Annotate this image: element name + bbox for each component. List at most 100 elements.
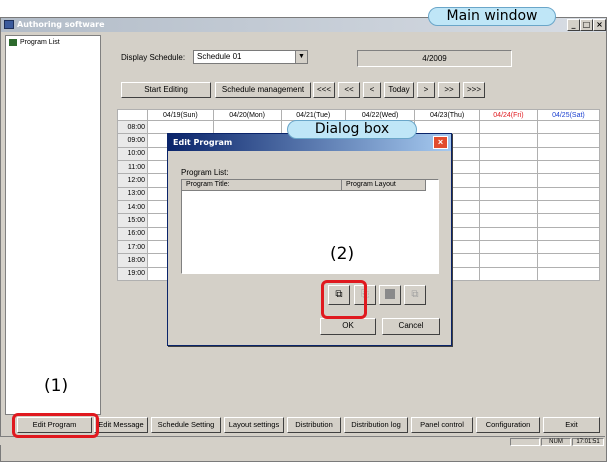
cancel-button[interactable]: Cancel xyxy=(382,318,440,335)
time-label: 10:00 xyxy=(117,146,148,161)
main-window-callout: Main window xyxy=(428,7,556,26)
step-1-label: (1) xyxy=(44,376,69,396)
next-week-button[interactable]: >> xyxy=(438,82,460,98)
time-label: 09:00 xyxy=(117,133,148,148)
grid-cell[interactable] xyxy=(536,266,601,282)
day-header-fri[interactable]: 04/24(Fri) xyxy=(479,109,538,121)
grid-cell[interactable] xyxy=(479,133,538,148)
day-header[interactable]: 04/23(Thu) xyxy=(414,109,481,121)
col-program-title[interactable]: Program Title: xyxy=(182,180,342,191)
date-display: 4/2009 xyxy=(357,50,512,67)
grid-cell[interactable] xyxy=(536,173,601,188)
duplicate-program-button[interactable]: ⧉ xyxy=(404,285,426,305)
chevron-down-icon: ▼ xyxy=(295,51,307,63)
day-header[interactable]: 04/21(Tue) xyxy=(280,109,347,121)
grid-cell[interactable] xyxy=(536,213,601,228)
grid-cell[interactable] xyxy=(479,213,538,228)
next-day-button[interactable]: > xyxy=(417,82,435,98)
prev-day-button[interactable]: < xyxy=(363,82,381,98)
grid-cell[interactable] xyxy=(536,133,601,148)
display-schedule-label: Display Schedule: xyxy=(121,53,186,62)
day-header[interactable]: 04/20(Mon) xyxy=(212,109,282,121)
time-label: 19:00 xyxy=(117,266,148,282)
dialog-title: Edit Program xyxy=(173,138,233,147)
grid-cell[interactable] xyxy=(479,226,538,241)
day-header-sat[interactable]: 04/25(Sat) xyxy=(536,109,601,121)
time-label: 14:00 xyxy=(117,199,148,215)
grid-cell[interactable] xyxy=(536,159,601,175)
close-icon[interactable]: × xyxy=(433,136,448,149)
tree-item-program-list[interactable]: Program List xyxy=(9,39,60,46)
prev-far-button[interactable]: <<< xyxy=(313,82,335,98)
schedule-setting-button[interactable]: Schedule Setting xyxy=(151,417,221,433)
time-label: 12:00 xyxy=(117,173,148,188)
day-header[interactable]: 04/19(Sun) xyxy=(147,109,214,121)
grid-cell[interactable] xyxy=(536,226,601,241)
tree-item-label: Program List xyxy=(20,39,60,46)
program-tree: Program List xyxy=(5,35,101,415)
grid-corner xyxy=(117,109,148,121)
today-button[interactable]: Today xyxy=(384,82,414,98)
distribution-log-button[interactable]: Distribution log xyxy=(344,417,408,433)
grid-cell[interactable] xyxy=(479,186,538,201)
time-label: 11:00 xyxy=(117,159,148,175)
schedule-select[interactable]: Schedule 01 ▼ xyxy=(193,50,308,64)
time-label: 17:00 xyxy=(117,239,148,255)
status-cell-empty xyxy=(510,438,540,446)
grid-cell[interactable] xyxy=(479,239,538,255)
minimize-icon[interactable]: _ xyxy=(567,19,580,31)
schedule-select-value: Schedule 01 xyxy=(197,52,242,61)
grid-cell[interactable] xyxy=(479,173,538,188)
grid-cell[interactable] xyxy=(536,146,601,161)
grid-cell[interactable] xyxy=(479,266,538,282)
grid-cell[interactable] xyxy=(479,199,538,215)
distribution-button[interactable]: Distribution xyxy=(287,417,341,433)
num-lock-indicator: NUM xyxy=(541,438,571,446)
grid-cell[interactable] xyxy=(536,239,601,255)
duplicate-icon: ⧉ xyxy=(411,289,419,300)
step-2-label: (2) xyxy=(330,244,355,264)
close-icon[interactable]: × xyxy=(593,19,606,31)
app-icon xyxy=(4,20,14,29)
tree-icon xyxy=(9,39,17,46)
edit-message-button[interactable]: Edit Message xyxy=(94,417,148,433)
grid-cell[interactable] xyxy=(536,186,601,201)
window-title: Authoring software xyxy=(17,20,105,29)
grid-cell[interactable] xyxy=(479,119,538,135)
highlight-ring xyxy=(321,280,367,319)
grid-cell[interactable] xyxy=(212,119,282,135)
time-label: 13:00 xyxy=(117,186,148,201)
highlight-ring xyxy=(12,413,99,438)
grid-cell[interactable] xyxy=(536,253,601,268)
delete-icon xyxy=(385,289,395,300)
grid-cell[interactable] xyxy=(536,199,601,215)
status-clock: 17:01:51 xyxy=(572,438,604,446)
layout-settings-button[interactable]: Layout settings xyxy=(224,417,284,433)
col-program-layout[interactable]: Program Layout xyxy=(342,180,426,191)
time-label: 18:00 xyxy=(117,253,148,268)
start-editing-button[interactable]: Start Editing xyxy=(121,82,211,98)
next-far-button[interactable]: >>> xyxy=(463,82,485,98)
grid-cell[interactable] xyxy=(479,253,538,268)
panel-control-button[interactable]: Panel control xyxy=(411,417,473,433)
grid-cell[interactable] xyxy=(479,146,538,161)
dialog-box-callout: Dialog box xyxy=(287,120,417,139)
time-label: 08:00 xyxy=(117,119,148,135)
grid-cell[interactable] xyxy=(147,119,214,135)
program-list-label: Program List: xyxy=(181,168,229,177)
configuration-button[interactable]: Configuration xyxy=(476,417,540,433)
time-label: 16:00 xyxy=(117,226,148,241)
exit-button[interactable]: Exit xyxy=(543,417,600,433)
schedule-management-button[interactable]: Schedule management xyxy=(215,82,311,98)
grid-cell[interactable] xyxy=(536,119,601,135)
maximize-icon[interactable]: □ xyxy=(580,19,593,31)
edit-program-dialog: Edit Program × Program List: Program Tit… xyxy=(167,133,452,346)
grid-cell[interactable] xyxy=(414,119,481,135)
grid-cell[interactable] xyxy=(479,159,538,175)
time-label: 15:00 xyxy=(117,213,148,228)
delete-program-button[interactable] xyxy=(379,285,401,305)
prev-week-button[interactable]: << xyxy=(338,82,360,98)
day-header[interactable]: 04/22(Wed) xyxy=(345,109,416,121)
ok-button[interactable]: OK xyxy=(320,318,376,335)
program-list[interactable]: Program Title: Program Layout xyxy=(181,179,439,274)
